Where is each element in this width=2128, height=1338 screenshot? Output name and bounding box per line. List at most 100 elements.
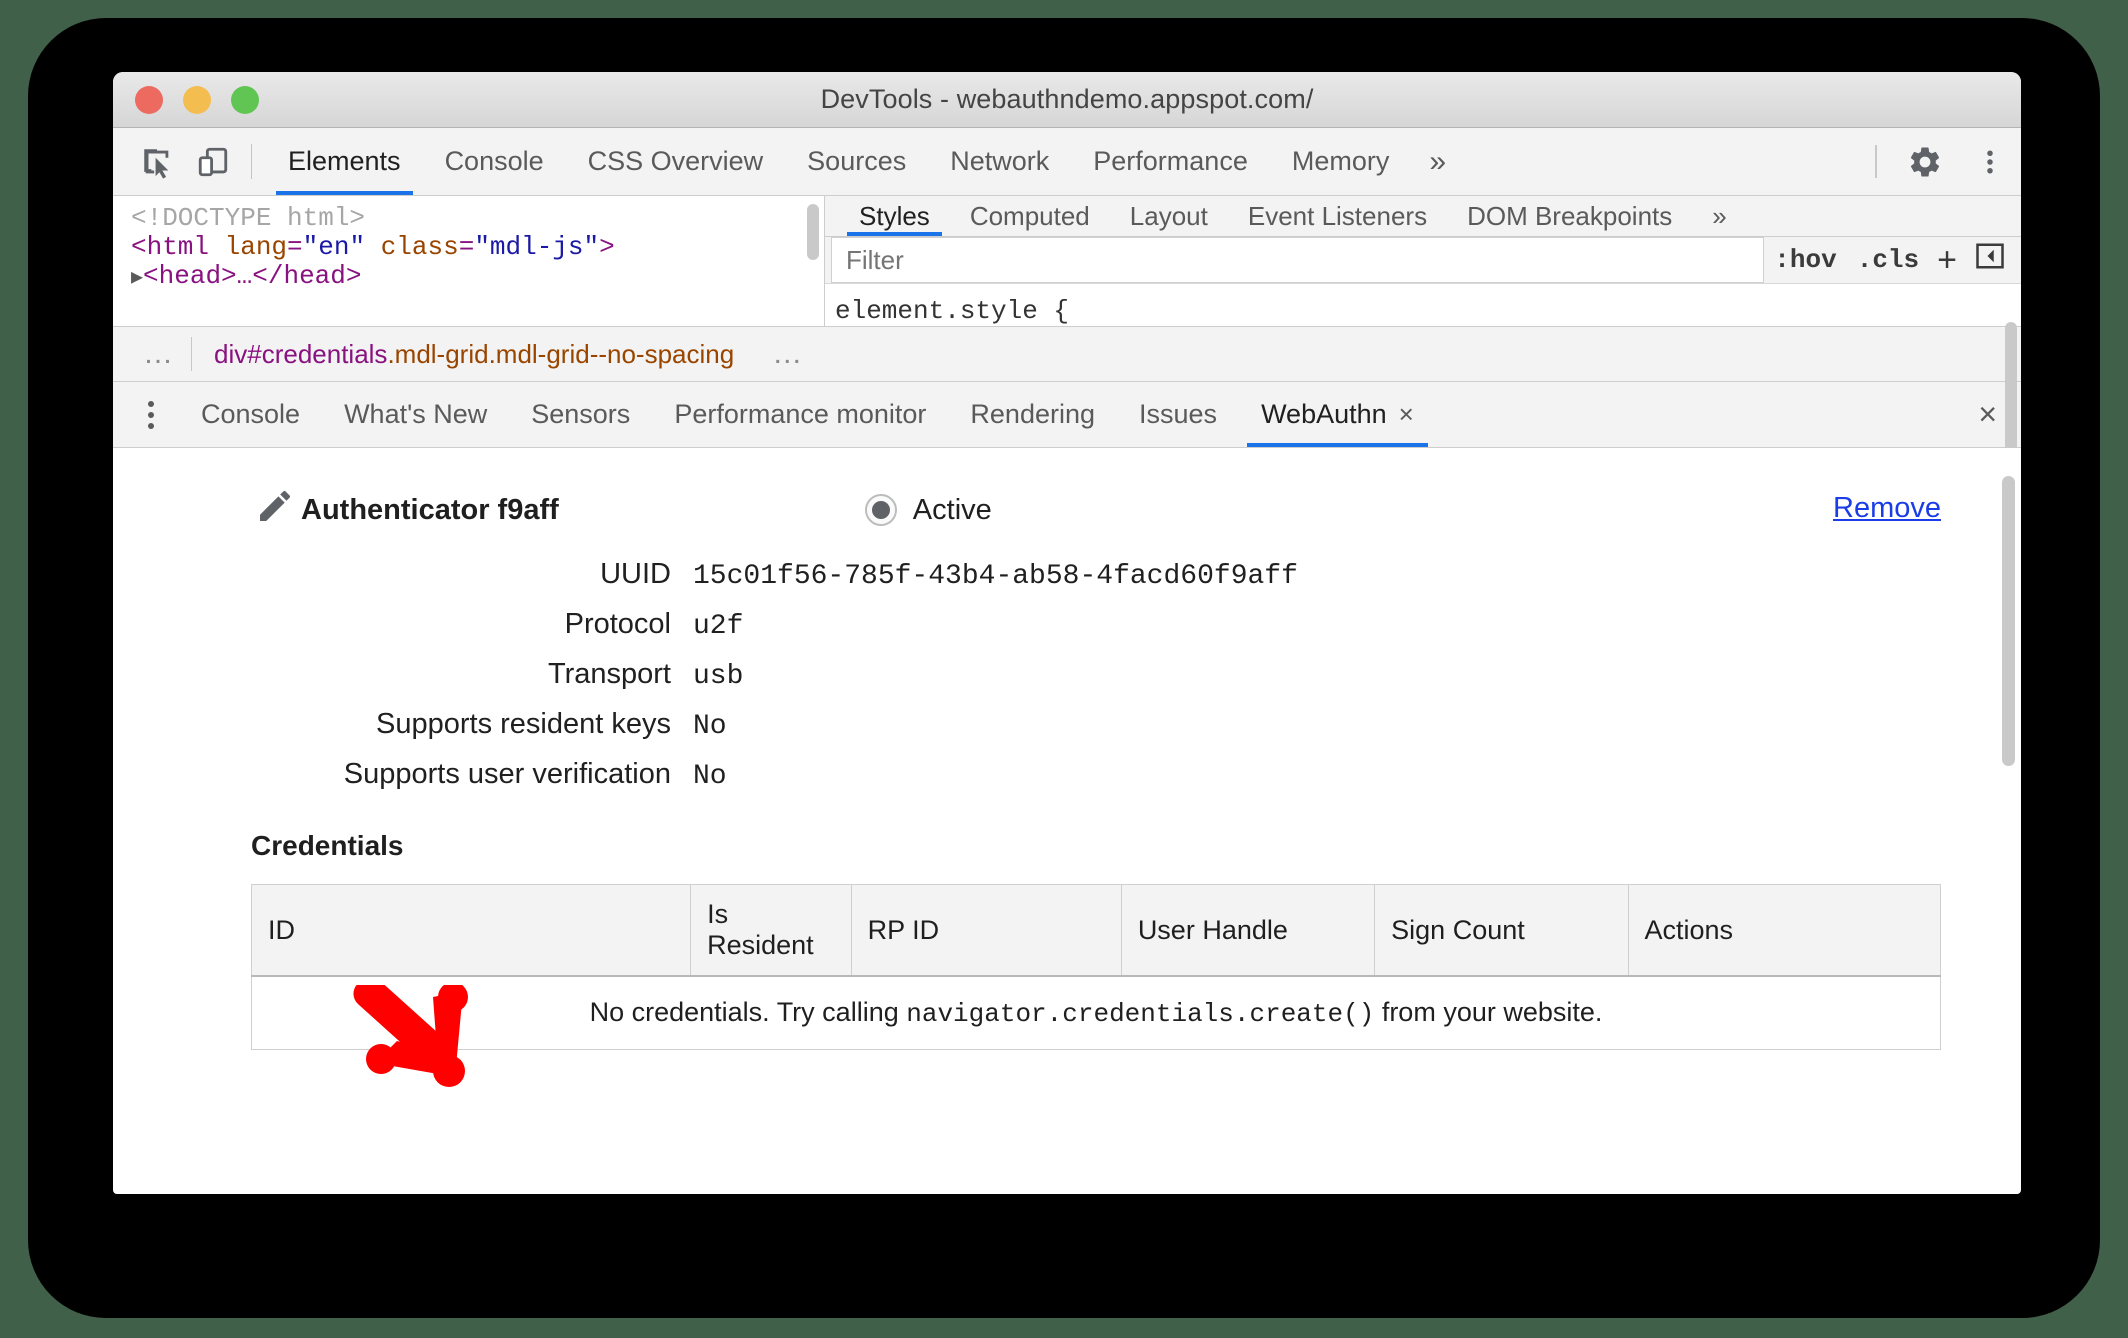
tab-layout[interactable]: Layout: [1110, 196, 1228, 236]
tab-computed[interactable]: Computed: [950, 196, 1110, 236]
toolbar-divider: [251, 144, 252, 179]
styles-filter-input[interactable]: [831, 237, 1765, 283]
field-supports-user-verification-value: No: [693, 761, 727, 792]
drawer-tab-issues-label: Issues: [1139, 399, 1218, 429]
dom-tree-scrollbar[interactable]: [807, 204, 819, 260]
drawer-tab-sensors[interactable]: Sensors: [509, 382, 652, 447]
tab-elements-label: Elements: [288, 146, 401, 176]
tab-console-label: Console: [444, 146, 544, 176]
dom-attr-lang: lang: [224, 232, 288, 263]
remove-authenticator-link[interactable]: Remove: [1833, 492, 1941, 525]
drawer-tab-console-label: Console: [201, 399, 301, 429]
authenticator-header: Authenticator f9aff Active Remove: [113, 484, 2021, 536]
radio-selected-icon[interactable]: [864, 494, 897, 526]
authenticator-state-radio[interactable]: Active: [864, 494, 992, 527]
pencil-icon[interactable]: [255, 486, 295, 531]
drawer-tab-console[interactable]: Console: [179, 382, 322, 447]
drawer-tab-rendering[interactable]: Rendering: [948, 382, 1117, 447]
elements-panel: <!DOCTYPE html> <html lang="en" class="m…: [113, 196, 2021, 472]
tab-network-label: Network: [950, 146, 1050, 176]
tab-memory[interactable]: Memory: [1270, 128, 1412, 195]
gear-icon[interactable]: [1891, 128, 1959, 195]
window-titlebar: DevTools - webauthndemo.appspot.com/: [113, 72, 2021, 128]
breadcrumb-item-credentials[interactable]: div#credentials.mdl-grid.mdl-grid--no-sp…: [192, 339, 756, 370]
tab-sources-label: Sources: [807, 146, 907, 176]
close-icon[interactable]: ×: [1399, 399, 1414, 430]
credentials-section-title: Credentials: [251, 830, 404, 861]
toggle-sidebar-icon[interactable]: [1965, 241, 2015, 279]
dom-line-html[interactable]: <html lang="en" class="mdl-js">: [131, 233, 824, 262]
empty-text-before: No credentials. Try calling: [589, 997, 907, 1027]
column-header-user-handle[interactable]: User Handle: [1121, 884, 1376, 977]
drawer-tabbar: Console What's New Sensors Performance m…: [113, 382, 2021, 448]
tab-dom-breakpoints[interactable]: DOM Breakpoints: [1447, 196, 1692, 236]
field-uuid-label: UUID: [600, 558, 671, 590]
breadcrumb-overflow-left[interactable]: …: [127, 339, 191, 369]
dom-line-doctype: <!DOCTYPE html>: [131, 203, 366, 233]
drawer-tab-sensors-label: Sensors: [531, 399, 631, 429]
dom-html-close-bracket: >: [599, 232, 615, 263]
field-protocol-value: u2f: [693, 611, 744, 642]
expand-triangle-icon[interactable]: ▶: [131, 267, 143, 290]
drawer-tab-whats-new[interactable]: What's New: [322, 382, 509, 447]
element-style-rule[interactable]: element.style {: [825, 284, 2021, 326]
column-header-is-resident[interactable]: Is Resident: [690, 884, 852, 977]
tab-css-overview[interactable]: CSS Overview: [566, 128, 786, 195]
field-supports-resident-keys-value: No: [693, 711, 727, 742]
field-supports-resident-keys-label: Supports resident keys: [376, 708, 671, 740]
credentials-table-body: No credentials. Try calling navigator.cr…: [251, 976, 1941, 1050]
tab-event-listeners-label: Event Listeners: [1247, 200, 1428, 231]
cls-button[interactable]: .cls: [1847, 245, 1929, 275]
dom-attr-lang-value: "en": [302, 232, 366, 263]
drawer-kebab-menu-icon[interactable]: [123, 382, 179, 447]
authenticator-title: Authenticator f9aff: [301, 493, 559, 526]
more-tabs-chevron-icon[interactable]: »: [1411, 128, 1464, 195]
tab-sources[interactable]: Sources: [785, 128, 928, 195]
kebab-menu-icon[interactable]: [1959, 128, 2021, 195]
tab-memory-label: Memory: [1291, 146, 1390, 176]
styles-filter-row: :hov .cls +: [825, 237, 2021, 284]
styles-pane: Styles Computed Layout Event Listeners D…: [825, 196, 2021, 472]
drawer-tab-performance-monitor-label: Performance monitor: [674, 399, 927, 429]
column-header-id[interactable]: ID: [251, 884, 692, 977]
tab-performance-label: Performance: [1093, 146, 1248, 176]
field-transport-value: usb: [693, 661, 744, 692]
drawer-tab-webauthn[interactable]: WebAuthn ×: [1239, 382, 1436, 447]
tab-styles[interactable]: Styles: [839, 196, 950, 236]
column-header-sign-count[interactable]: Sign Count: [1374, 884, 1629, 977]
drawer-tab-issues[interactable]: Issues: [1117, 382, 1239, 447]
tab-layout-label: Layout: [1129, 200, 1208, 231]
drawer-tabbar-spacer: [1436, 382, 1954, 447]
main-toolbar: Elements Console CSS Overview Sources Ne…: [113, 128, 2021, 196]
tab-network[interactable]: Network: [928, 128, 1071, 195]
tab-dom-breakpoints-label: DOM Breakpoints: [1467, 200, 1673, 231]
field-uuid: UUID 15c01f56-785f-43b4-ab58-4facd60f9af…: [113, 558, 2021, 592]
new-style-rule-button[interactable]: +: [1929, 241, 1965, 280]
column-header-actions[interactable]: Actions: [1628, 884, 1941, 977]
device-toolbar-icon[interactable]: [185, 128, 241, 195]
field-supports-user-verification-label: Supports user verification: [343, 758, 671, 790]
styles-tabbar: Styles Computed Layout Event Listeners D…: [825, 196, 2021, 237]
drawer-tab-rendering-label: Rendering: [970, 399, 1096, 429]
dom-html-tag: <html: [131, 232, 210, 263]
tab-performance[interactable]: Performance: [1071, 128, 1270, 195]
credentials-empty-cell: No credentials. Try calling navigator.cr…: [251, 976, 1941, 1050]
drawer-tab-webauthn-label: WebAuthn: [1261, 399, 1387, 429]
hov-button[interactable]: :hov: [1764, 245, 1846, 275]
window-title: DevTools - webauthndemo.appspot.com/: [820, 84, 1314, 114]
inspect-cursor-icon[interactable]: [129, 128, 185, 195]
breadcrumb-node-classes: .mdl-grid.mdl-grid--no-spacing: [387, 338, 735, 369]
column-header-rp-id[interactable]: RP ID: [851, 884, 1122, 977]
drawer-tab-performance-monitor[interactable]: Performance monitor: [652, 382, 948, 447]
toolbar-right-divider: [1875, 145, 1877, 178]
credentials-table-head: ID Is Resident RP ID User Handle Sign Co…: [251, 884, 1941, 977]
breadcrumb-overflow-right[interactable]: …: [756, 339, 820, 369]
tab-console[interactable]: Console: [423, 128, 566, 195]
tab-event-listeners[interactable]: Event Listeners: [1228, 196, 1447, 236]
empty-text-after: from your website.: [1374, 997, 1603, 1027]
styles-more-tabs-chevron-icon[interactable]: »: [1692, 196, 1746, 236]
dom-line-head[interactable]: ▶<head>…</head>: [131, 262, 824, 291]
tab-elements[interactable]: Elements: [266, 128, 423, 195]
dom-tree[interactable]: <!DOCTYPE html> <html lang="en" class="m…: [113, 196, 825, 326]
